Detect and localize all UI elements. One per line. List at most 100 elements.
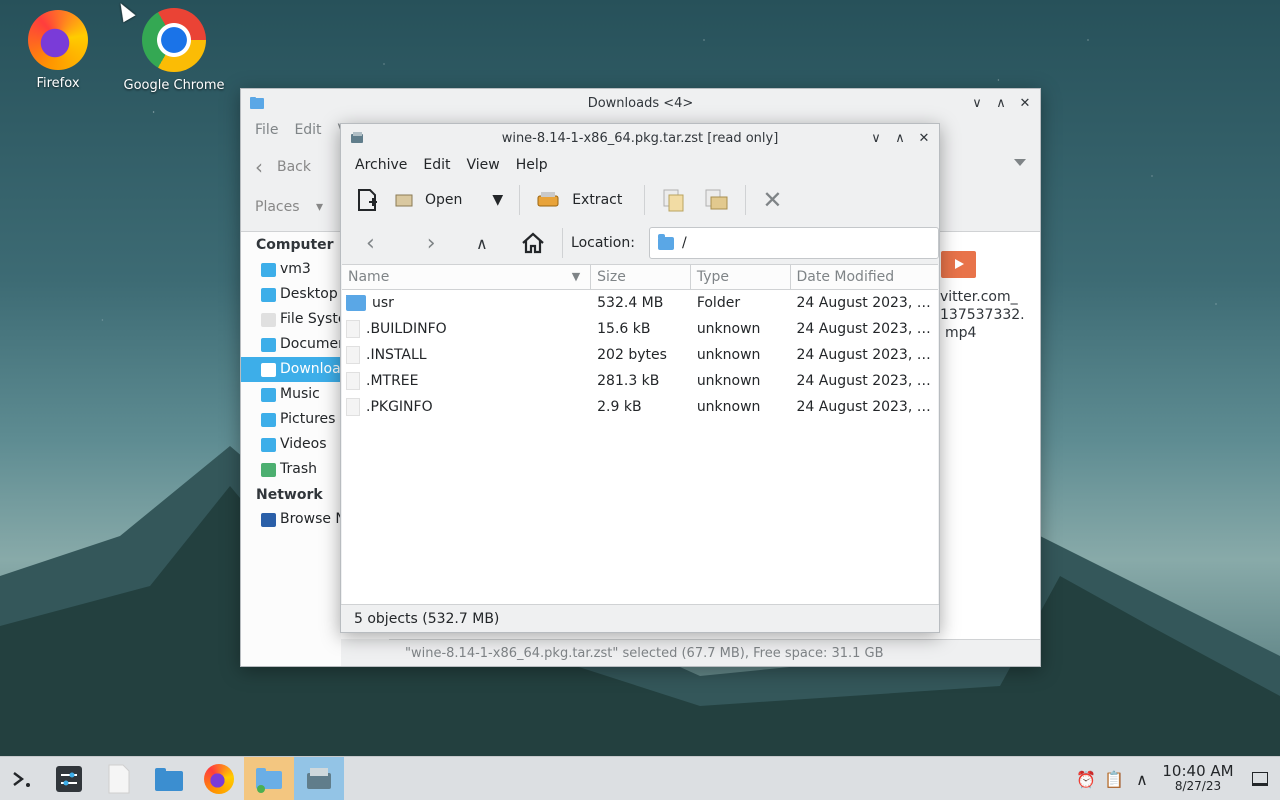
video-thumbnail-icon[interactable] bbox=[941, 251, 976, 278]
menu-archive[interactable]: Archive bbox=[347, 157, 415, 173]
desktop-icon-google-chrome[interactable]: Google Chrome bbox=[119, 8, 229, 93]
sidebar-item-downloads[interactable]: Downloa bbox=[241, 357, 341, 382]
show-desktop-icon[interactable] bbox=[1240, 757, 1280, 800]
sidebar-item-pictures[interactable]: Pictures bbox=[241, 407, 341, 432]
table-row[interactable]: .BUILDINFO 15.6 kB unknown 24 August 202… bbox=[342, 316, 938, 342]
archive-file-table: Name ▼ Size Type Date Modified usr 532.4 … bbox=[342, 264, 938, 604]
sidebar-item-videos[interactable]: Videos bbox=[241, 432, 341, 457]
column-label: Size bbox=[597, 269, 626, 285]
file-name: .MTREE bbox=[366, 373, 419, 389]
go-forward-button[interactable]: › bbox=[414, 226, 449, 260]
add-folder-icon bbox=[705, 189, 728, 210]
file-name-line: mp4 bbox=[945, 325, 977, 341]
name-cell: .INSTALL bbox=[342, 346, 591, 364]
location-input[interactable]: / bbox=[648, 227, 940, 259]
minimize-button[interactable]: ∨ bbox=[867, 128, 885, 148]
column-label: Type bbox=[696, 269, 729, 285]
menu-edit[interactable]: Edit bbox=[415, 157, 458, 173]
menu-view[interactable]: View bbox=[459, 157, 508, 173]
taskbar-system-settings[interactable] bbox=[44, 757, 94, 800]
column-header-date[interactable]: Date Modified bbox=[791, 265, 939, 290]
close-button[interactable]: ✕ bbox=[915, 128, 933, 148]
sidebar-item-desktop[interactable]: Desktop bbox=[241, 282, 341, 307]
ark-titlebar[interactable]: wine-8.14-1-x86_64.pkg.tar.zst [read onl… bbox=[341, 124, 939, 152]
table-row[interactable]: usr 532.4 MB Folder 24 August 2023, 05..… bbox=[342, 290, 938, 316]
table-row[interactable]: .INSTALL 202 bytes unknown 24 August 202… bbox=[342, 342, 938, 368]
clock[interactable]: 10:40 AM 8/27/23 bbox=[1156, 764, 1240, 794]
app-launcher-button[interactable] bbox=[0, 757, 44, 800]
status-bar: 5 objects (532.7 MB) bbox=[341, 604, 939, 632]
extract-button[interactable]: Extract bbox=[528, 182, 630, 218]
taskbar-downloads-window[interactable] bbox=[244, 756, 294, 800]
file-icon bbox=[346, 320, 360, 338]
folder-icon bbox=[346, 295, 366, 311]
delete-button[interactable]: ✕ bbox=[754, 182, 790, 218]
column-label: Date Modified bbox=[796, 269, 895, 285]
file-icon bbox=[346, 372, 360, 390]
date-cell: 24 August 2023, 05... bbox=[796, 399, 938, 415]
clipboard-icon[interactable]: 📋 bbox=[1100, 757, 1128, 800]
maximize-button[interactable]: ∧ bbox=[992, 93, 1010, 113]
table-row[interactable]: .PKGINFO 2.9 kB unknown 24 August 2023, … bbox=[342, 394, 938, 420]
status-bar: "wine-8.14-1-x86_64.pkg.tar.zst" selecte… bbox=[389, 639, 1040, 666]
name-cell: .PKGINFO bbox=[342, 398, 591, 416]
downloads-folder-icon bbox=[261, 362, 276, 377]
downloads-folder-icon bbox=[256, 767, 282, 793]
sidebar-item-vm3[interactable]: vm3 bbox=[241, 257, 341, 282]
date-cell: 24 August 2023, 05... bbox=[796, 321, 938, 337]
sidebar-item-documents[interactable]: Documen bbox=[241, 332, 341, 357]
table-row[interactable]: .MTREE 281.3 kB unknown 24 August 2023, … bbox=[342, 368, 938, 394]
size-cell: 532.4 MB bbox=[597, 295, 664, 311]
size-cell: 202 bytes bbox=[597, 347, 667, 363]
folder-icon bbox=[155, 767, 183, 791]
open-folder-icon bbox=[395, 194, 413, 207]
taskbar-text-editor[interactable] bbox=[94, 757, 144, 800]
places-dropdown[interactable]: Places ▾ bbox=[255, 199, 323, 215]
ark-toolbar: Open ▼ Extract ✕ bbox=[341, 178, 939, 222]
chevron-right-icon: › bbox=[426, 230, 436, 256]
type-cell: unknown bbox=[696, 373, 761, 389]
new-archive-button[interactable] bbox=[353, 182, 387, 218]
file-name: .PKGINFO bbox=[366, 399, 433, 415]
file-item-label[interactable]: vitter.com_ 137537332. mp4 bbox=[940, 288, 1025, 342]
menu-file[interactable]: File bbox=[247, 122, 286, 138]
ark-app-icon bbox=[351, 132, 363, 143]
sidebar-item-file-system[interactable]: File Syste bbox=[241, 307, 341, 332]
open-button[interactable]: Open ▼ bbox=[387, 182, 511, 218]
network-icon bbox=[261, 512, 276, 527]
column-header-type[interactable]: Type bbox=[691, 265, 791, 290]
taskbar-ark-window[interactable] bbox=[294, 756, 344, 800]
sidebar-heading-network: Network bbox=[256, 487, 323, 503]
add-files-button[interactable] bbox=[653, 182, 695, 218]
column-header-name[interactable]: Name ▼ bbox=[342, 265, 592, 290]
sidebar-item-music[interactable]: Music bbox=[241, 382, 341, 407]
taskbar-file-manager[interactable] bbox=[144, 757, 194, 800]
videos-folder-icon bbox=[261, 437, 276, 452]
chevron-up-icon: ∧ bbox=[476, 233, 488, 253]
back-button[interactable]: ‹ Back bbox=[255, 155, 311, 179]
desktop-icon-label: Firefox bbox=[36, 76, 80, 91]
go-up-button[interactable]: ∧ bbox=[465, 226, 500, 260]
menu-help[interactable]: Help bbox=[508, 157, 556, 173]
add-folder-button[interactable] bbox=[695, 182, 737, 218]
document-icon bbox=[108, 764, 130, 793]
go-home-button[interactable] bbox=[515, 226, 550, 260]
notifications-icon[interactable]: ⏰ bbox=[1072, 757, 1100, 800]
places-panel: Computer vm3 Desktop File Syste Documen … bbox=[241, 231, 341, 666]
drive-icon bbox=[261, 312, 276, 327]
sidebar-item-browse-network[interactable]: Browse N bbox=[241, 507, 341, 532]
maximize-button[interactable]: ∧ bbox=[891, 128, 909, 148]
name-cell: usr bbox=[342, 295, 591, 311]
desktop-icon-firefox[interactable]: Firefox bbox=[3, 10, 113, 91]
file-icon bbox=[346, 398, 360, 416]
menu-edit[interactable]: Edit bbox=[286, 122, 329, 138]
column-header-size[interactable]: Size bbox=[591, 265, 691, 290]
close-button[interactable]: ✕ bbox=[1016, 93, 1034, 113]
go-back-button[interactable]: ‹ bbox=[353, 226, 388, 260]
view-dropdown-icon[interactable] bbox=[1014, 159, 1026, 166]
sidebar-item-trash[interactable]: Trash bbox=[241, 457, 341, 482]
dolphin-titlebar[interactable]: Downloads <4> ∨ ∧ ✕ bbox=[241, 89, 1040, 117]
minimize-button[interactable]: ∨ bbox=[968, 93, 986, 113]
taskbar-firefox[interactable] bbox=[194, 757, 244, 800]
expand-tray-icon[interactable]: ∧ bbox=[1128, 757, 1156, 800]
